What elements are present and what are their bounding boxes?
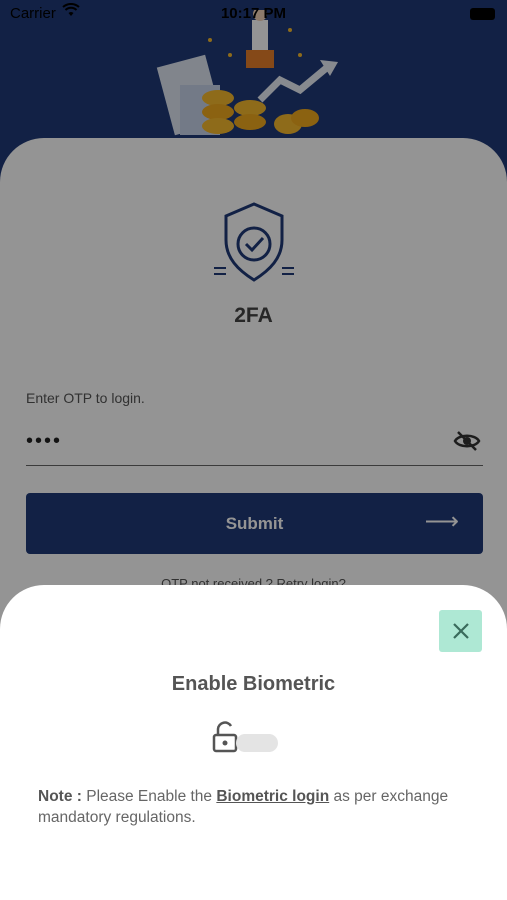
close-button[interactable]: [439, 610, 482, 652]
note-prefix: Note :: [38, 788, 82, 805]
clock: 10:17 PM: [220, 5, 287, 22]
biometric-login-link[interactable]: Biometric login: [216, 788, 329, 805]
note-text-1: Please Enable the: [81, 788, 217, 805]
close-icon: [452, 623, 469, 639]
status-bar: Carrier 10:17 PM: [0, 0, 507, 28]
biometric-note: Note : Please Enable the Biometric login…: [38, 786, 478, 828]
sheet-title: Enable Biometric: [171, 673, 336, 695]
battery-icon: [470, 8, 495, 20]
biometric-toggle[interactable]: [236, 734, 278, 752]
unlock-icon: [212, 721, 238, 753]
biometric-sheet: Enable Biometric Note : Please Enable th…: [0, 585, 507, 900]
